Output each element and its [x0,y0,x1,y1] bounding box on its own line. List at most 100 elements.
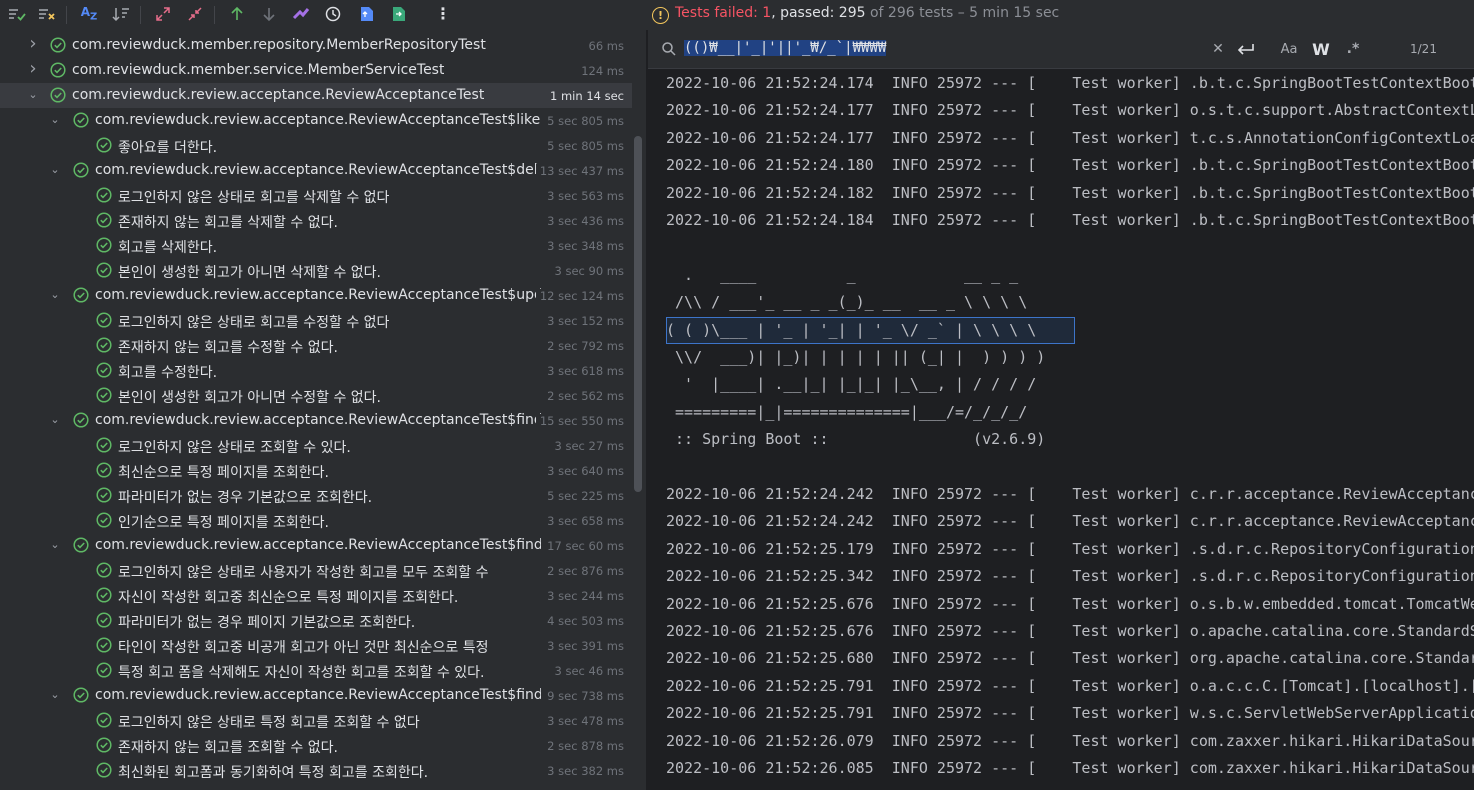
test-duration: 17 sec 60 ms [543,539,624,553]
sort-alpha-icon[interactable]: AZ [78,3,100,25]
chevron-down-icon[interactable]: ⌄ [26,86,40,104]
chevron-down-icon[interactable]: ⌄ [48,161,62,179]
test-suite-row[interactable]: ⌄ com.reviewduck.review.acceptance.Review… [0,533,632,558]
match-case-toggle[interactable]: Aa [1278,39,1300,59]
console-output[interactable]: 2022-10-06 21:52:24.174 INFO 25972 --- [… [666,70,1474,790]
test-name: 최신화된 회고폼과 동기화하여 특정 회고를 조회한다. [118,765,429,781]
tree-scrollbar[interactable] [634,136,642,492]
test-duration: 3 sec 46 ms [550,664,624,678]
test-duration: 12 sec 124 ms [535,289,624,303]
test-duration: 2 sec 876 ms [543,564,624,578]
test-case-row[interactable]: 인기순으로 특정 페이지를 조회한다. 3 sec 658 ms [0,508,632,533]
warning-icon: ! [652,7,669,24]
test-passed-icon [73,287,89,303]
console-line: 2022-10-06 21:52:26.085 INFO 25972 --- [… [666,759,1474,777]
test-case-row[interactable]: 로그인하지 않은 상태로 사용자가 작성한 회고를 모두 조회할 수 2 sec … [0,558,632,583]
test-duration: 9 sec 738 ms [543,689,624,703]
new-line-icon[interactable] [1236,39,1256,59]
regex-toggle[interactable]: .* [1342,39,1364,59]
test-name: 좋아요를 더한다. [118,140,218,156]
chevron-right-icon[interactable]: › [26,60,40,79]
chevron-down-icon[interactable]: ⌄ [48,286,62,304]
test-passed-icon [96,662,112,678]
collapse-all-icon[interactable] [184,3,206,25]
test-case-row[interactable]: 로그인하지 않은 상태로 특정 회고를 조회할 수 없다 3 sec 478 ms [0,708,632,733]
test-case-row[interactable]: 최신순으로 특정 페이지를 조회한다. 3 sec 640 ms [0,458,632,483]
console-line: 2022-10-06 21:52:25.680 INFO 25972 --- [… [666,649,1474,668]
test-status-summary: ! Tests failed: 1, passed: 295 of 296 tes… [652,5,1059,24]
test-passed-icon [96,337,112,353]
test-case-row[interactable]: 타인이 작성한 회고중 비공개 회고가 아닌 것만 최신순으로 특정 3 sec … [0,633,632,658]
chevron-down-icon[interactable]: ⌄ [48,111,62,129]
test-duration: 3 sec 658 ms [543,514,624,528]
console-line: 2022-10-06 21:52:24.177 INFO 25972 --- [… [666,128,1474,147]
test-passed-icon [96,137,112,153]
test-case-row[interactable]: 본인이 생성한 회고가 아니면 수정할 수 없다. 2 sec 562 ms [0,383,632,408]
console-line: 2022-10-06 21:52:25.791 INFO 25972 --- [… [666,704,1474,723]
test-name: 최신순으로 특정 페이지를 조회한다. [118,465,329,481]
test-case-row[interactable]: 회고를 수정한다. 3 sec 618 ms [0,358,632,383]
test-name: com.reviewduck.member.service.MemberServ… [72,62,445,78]
export-icon[interactable] [356,3,378,25]
test-suite-row[interactable]: ⌄ com.reviewduck.review.acceptance.Review… [0,83,632,108]
test-case-row[interactable]: 존재하지 않는 회고를 조회할 수 없다. 2 sec 878 ms [0,733,632,758]
test-tree-panel: › com.reviewduck.member.repository.Member… [0,30,646,790]
test-passed-icon [96,637,112,653]
console-line: 2022-10-06 21:52:25.791 INFO 25972 --- [… [666,676,1474,695]
show-passed-icon[interactable] [6,3,28,25]
test-case-row[interactable]: 파라미터가 없는 경우 페이지 기본값으로 조회한다. 4 sec 503 ms [0,608,632,633]
test-duration: 3 sec 391 ms [543,639,624,653]
test-duration: 3 sec 152 ms [543,314,624,328]
next-failed-icon[interactable] [258,3,280,25]
test-suite-row[interactable]: ⌄ com.reviewduck.review.acceptance.Review… [0,283,632,308]
test-passed-icon [96,762,112,778]
test-suite-row[interactable]: › com.reviewduck.member.repository.Member… [0,33,632,58]
test-case-row[interactable]: 로그인하지 않은 상태로 회고를 수정할 수 없다 3 sec 152 ms [0,308,632,333]
test-case-row[interactable]: 존재하지 않는 회고를 수정할 수 없다. 2 sec 792 ms [0,333,632,358]
test-passed-icon [96,562,112,578]
test-suite-row[interactable]: ⌄ com.reviewduck.review.acceptance.Review… [0,108,632,133]
search-icon[interactable] [658,39,680,59]
sort-duration-icon[interactable] [110,3,132,25]
test-suite-row[interactable]: › com.reviewduck.member.service.MemberSer… [0,58,632,83]
test-passed-icon [73,687,89,703]
console-line-search-match: ( ( )\___ | '_ | '_| | '_ \/ _` | \ \ \ … [666,316,1075,344]
rerun-icon[interactable] [290,3,312,25]
chevron-down-icon[interactable]: ⌄ [48,411,62,429]
test-case-row[interactable]: 최신화된 회고폼과 동기화하여 특정 회고를 조회한다. 3 sec 382 ms [0,758,632,783]
test-duration: 3 sec 618 ms [543,364,624,378]
test-duration: 13 sec 437 ms [535,164,624,178]
prev-failed-icon[interactable] [226,3,248,25]
test-case-row[interactable]: 로그인하지 않은 상태로 조회할 수 있다. 3 sec 27 ms [0,433,632,458]
test-suite-row[interactable]: ⌄ com.reviewduck.review.acceptance.Review… [0,158,632,183]
test-duration: 3 sec 90 ms [550,264,624,278]
test-case-row[interactable]: 회고를 삭제한다. 3 sec 348 ms [0,233,632,258]
test-name: 파라미터가 없는 경우 기본값으로 조회한다. [118,490,373,506]
search-input[interactable]: (()₩__|'_|'||'_₩/_`|₩₩₩₩ [684,40,887,56]
import-icon[interactable] [388,3,410,25]
test-suite-row[interactable]: ⌄ com.reviewduck.review.acceptance.Review… [0,683,632,708]
show-ignored-icon[interactable] [36,3,58,25]
whole-words-toggle[interactable]: W [1310,39,1332,59]
test-suite-row[interactable]: ⌄ com.reviewduck.review.acceptance.Review… [0,408,632,433]
test-case-row[interactable]: 로그인하지 않은 상태로 회고를 삭제할 수 없다 3 sec 563 ms [0,183,632,208]
console-line: 2022-10-06 21:52:25.342 INFO 25972 --- [… [666,567,1474,586]
chevron-down-icon[interactable]: ⌄ [48,536,62,554]
test-case-row[interactable]: 존재하지 않는 회고를 삭제할 수 없다. 3 sec 436 ms [0,208,632,233]
test-passed-icon [96,487,112,503]
expand-all-icon[interactable] [152,3,174,25]
console-search-bar: (()₩__|'_|'||'_₩/_`|₩₩₩₩ ✕ Aa W .* 1/21 [648,30,1474,69]
test-case-row[interactable]: 자신이 작성한 회고중 최신순으로 특정 페이지를 조회한다. 3 sec 244… [0,583,632,608]
chevron-down-icon[interactable]: ⌄ [48,686,62,704]
tests-duration-label: – 5 min 15 sec [953,5,1060,21]
test-name: com.reviewduck.review.acceptance.ReviewA… [95,112,541,128]
history-icon[interactable] [322,3,344,25]
test-case-row[interactable]: 본인이 생성한 회고가 아니면 삭제할 수 없다. 3 sec 90 ms [0,258,632,283]
chevron-right-icon[interactable]: › [26,35,40,54]
test-case-row[interactable]: 파라미터가 없는 경우 기본값으로 조회한다. 5 sec 225 ms [0,483,632,508]
test-case-row[interactable]: 좋아요를 더한다. 5 sec 805 ms [0,133,632,158]
more-icon[interactable]: ⋮ [432,3,454,25]
clear-search-icon[interactable]: ✕ [1210,39,1226,59]
console-line: =========|_|==============|___/=/_/_/_/ [666,402,1028,421]
test-case-row[interactable]: 특정 회고 폼을 삭제해도 자신이 작성한 회고를 조회할 수 있다. 3 sec… [0,658,632,683]
